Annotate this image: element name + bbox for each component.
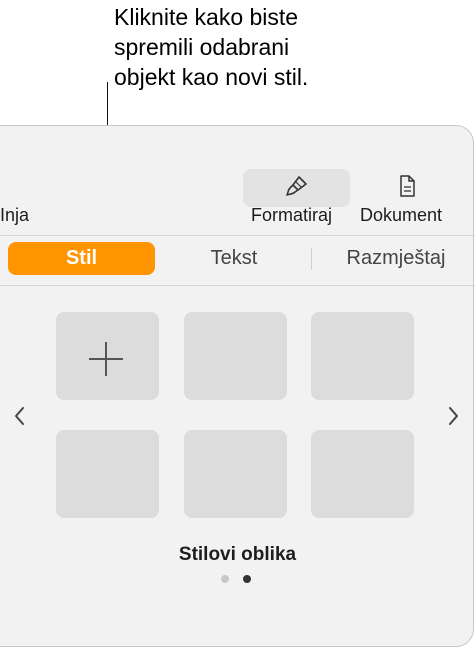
page-dot-1[interactable] [221, 575, 229, 583]
tab-style[interactable]: Stil [8, 242, 155, 275]
toolbar-divider [0, 235, 475, 236]
style-preset[interactable] [311, 430, 414, 518]
chevron-right-icon[interactable] [445, 404, 461, 428]
plus-icon [89, 342, 123, 376]
format-label[interactable]: Formatiraj [251, 205, 332, 226]
toolbar-partial-label[interactable]: Inja [0, 205, 29, 226]
tab-text[interactable]: Tekst [163, 242, 305, 275]
page-dot-2[interactable] [243, 575, 251, 583]
style-preset[interactable] [184, 430, 287, 518]
document-icon[interactable] [394, 173, 420, 199]
document-label[interactable]: Dokument [360, 205, 442, 226]
callout-text: Kliknite kako biste spremili odabrani ob… [114, 2, 414, 92]
chevron-left-icon[interactable] [12, 404, 28, 428]
style-preset[interactable] [311, 312, 414, 400]
tabs-divider [0, 285, 475, 286]
style-preset[interactable] [184, 312, 287, 400]
section-title: Stilovi oblika [178, 544, 297, 565]
callout-line-1: Kliknite kako biste [114, 4, 299, 30]
paintbrush-icon [286, 176, 307, 196]
callout-line-2: spremili odabrani [114, 34, 290, 60]
tab-separator [311, 248, 312, 270]
style-preset[interactable] [56, 430, 159, 518]
tab-arrange[interactable]: Razmještaj [318, 242, 474, 275]
callout-line-3: objekt kao novi stil. [114, 64, 309, 90]
